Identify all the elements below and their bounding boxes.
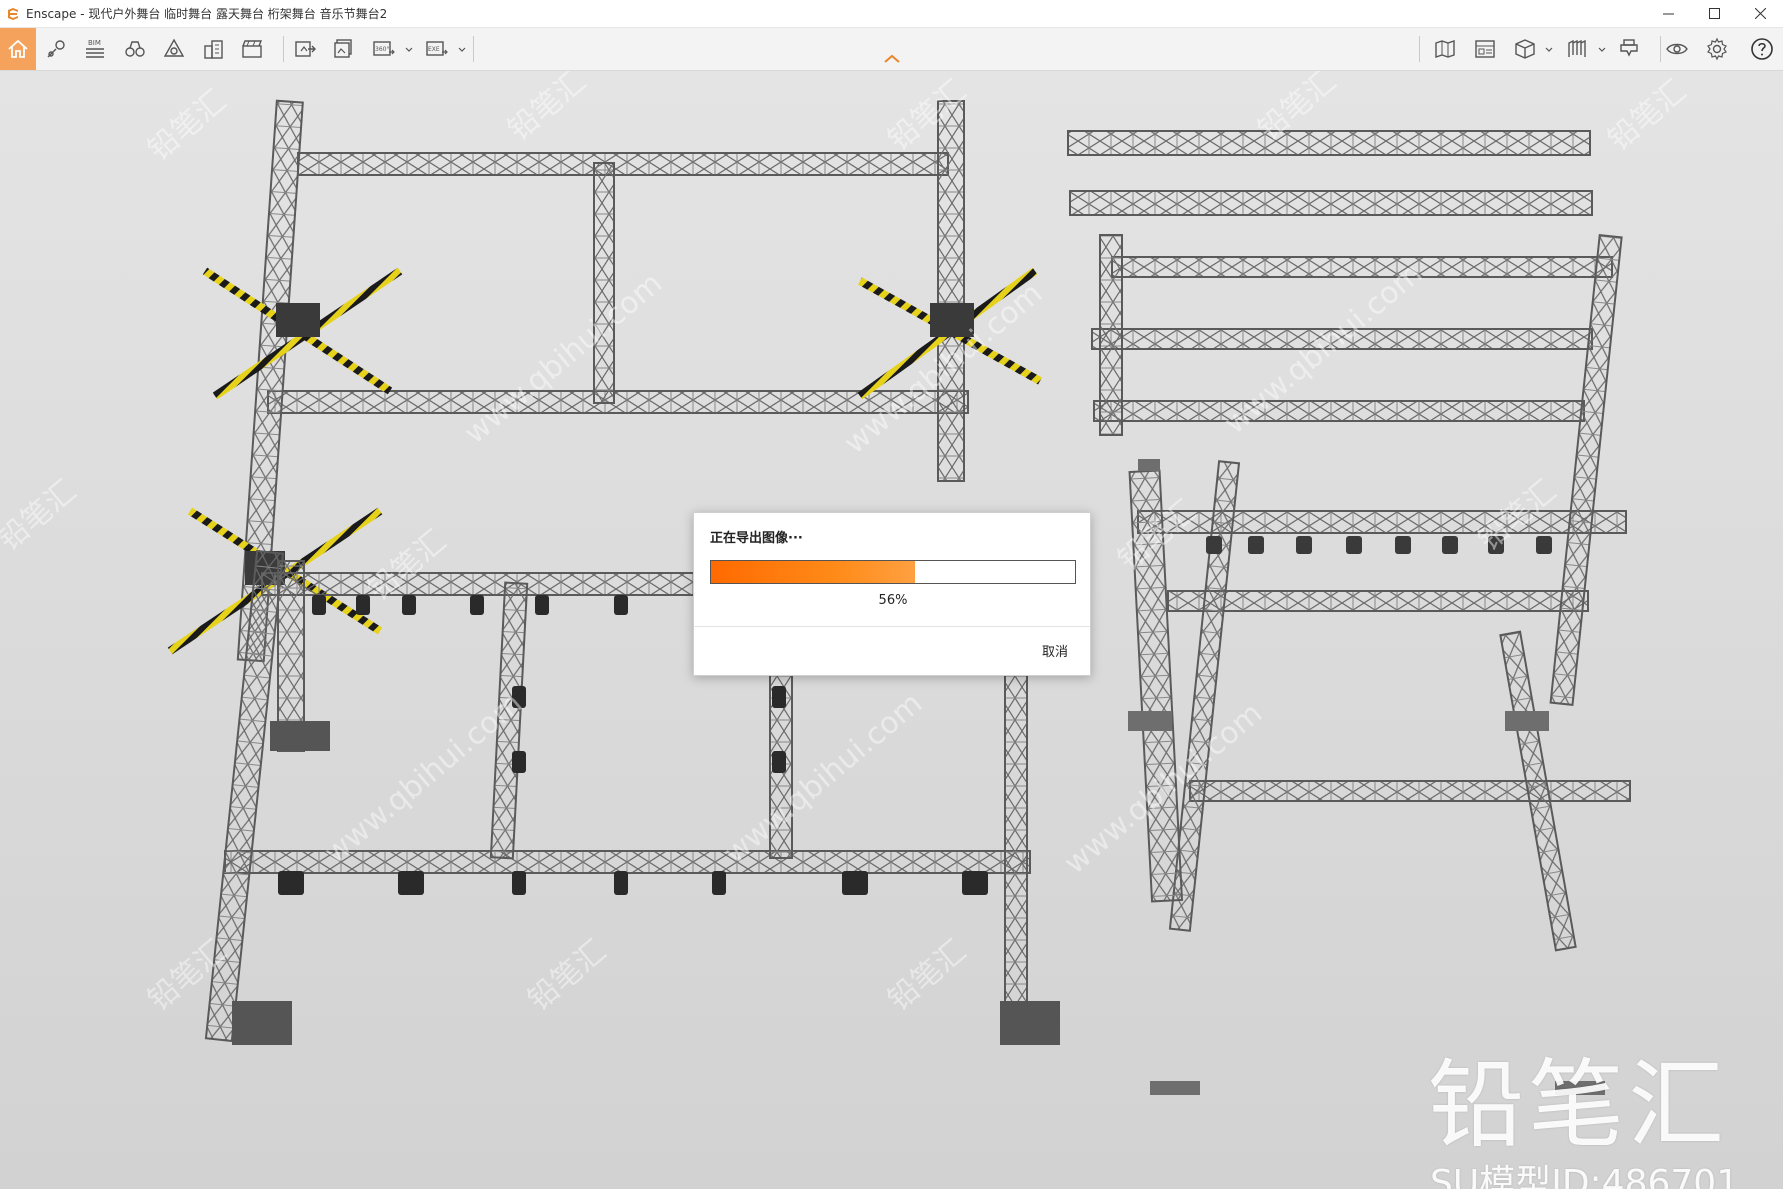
buildings-icon [204, 40, 223, 59]
window-title: Enscape - 现代户外舞台 临时舞台 露天舞台 桁架舞台 音乐节舞台2 [26, 7, 388, 21]
progress-fill [711, 561, 915, 583]
video-editor-button[interactable] [235, 32, 269, 66]
chevron-down-icon[interactable] [405, 46, 413, 54]
panorama-button[interactable]: 360° [367, 32, 401, 66]
window-controls [1645, 0, 1783, 27]
progress-bar [710, 560, 1076, 584]
home-button[interactable] [0, 28, 36, 70]
collaboration-icon [1620, 39, 1638, 57]
chevron-down-icon[interactable] [1545, 46, 1553, 54]
cancel-button[interactable]: 取消 [1042, 641, 1068, 660]
toolbar-separator [473, 36, 474, 62]
dialog-divider [694, 626, 1090, 627]
video-editor-icon [242, 40, 263, 58]
export-progress-dialog: 正在导出图像··· 56% 取消 [693, 512, 1091, 676]
binoculars-icon [125, 41, 145, 57]
exe-export-icon: EXE [426, 41, 448, 56]
maximize-icon [1708, 8, 1720, 19]
visual-settings-button[interactable] [1660, 32, 1694, 66]
toolbar: BIM 360° EXE [0, 28, 1783, 71]
truss-frame-right [1091, 234, 1631, 1095]
asset-library-button[interactable] [157, 32, 191, 66]
close-icon [1754, 8, 1766, 19]
cube-view-icon [1515, 39, 1535, 59]
toolbar-separator [1419, 36, 1420, 62]
minimize-icon [1662, 13, 1674, 15]
svg-text:EXE: EXE [428, 46, 440, 53]
truss-beams-right [1067, 130, 1593, 216]
home-icon [8, 39, 28, 58]
help-icon [1751, 38, 1773, 60]
chevron-down-icon[interactable] [1598, 46, 1606, 54]
tag-location-button[interactable] [40, 32, 74, 66]
close-button[interactable] [1737, 0, 1783, 27]
chevron-up-icon[interactable] [883, 54, 901, 64]
svg-text:360°: 360° [375, 46, 389, 53]
screenshot-export-icon [295, 41, 316, 57]
batch-export-icon [334, 39, 352, 58]
synchronize-button[interactable] [1560, 32, 1594, 66]
asset-library-icon [163, 38, 185, 57]
toolbar-separator [283, 36, 284, 62]
maximize-button[interactable] [1691, 0, 1737, 27]
map-icon [1435, 40, 1455, 58]
material-editor-icon [1475, 40, 1495, 58]
bim-icon: BIM [86, 39, 104, 58]
cube-view-button[interactable] [1508, 32, 1542, 66]
walk-mode-button[interactable] [118, 32, 152, 66]
settings-button[interactable] [1700, 32, 1734, 66]
exe-export-button[interactable]: EXE [420, 32, 454, 66]
visual-settings-icon [1666, 43, 1688, 55]
brand-watermark: 铅笔汇 [1428, 1049, 1728, 1161]
svg-text:BIM: BIM [88, 39, 101, 47]
buildings-button[interactable] [197, 32, 231, 66]
chevron-down-icon[interactable] [458, 46, 466, 54]
bim-button[interactable]: BIM [78, 32, 112, 66]
map-button[interactable] [1428, 32, 1462, 66]
panorama-360-icon: 360° [373, 41, 395, 56]
collaboration-button[interactable] [1612, 32, 1646, 66]
material-editor-button[interactable] [1468, 32, 1502, 66]
progress-percentage: 56% [878, 593, 908, 608]
minimize-button[interactable] [1645, 0, 1691, 27]
help-button[interactable] [1745, 32, 1779, 66]
title-bar: Enscape - 现代户外舞台 临时舞台 露天舞台 桁架舞台 音乐节舞台2 [0, 0, 1783, 28]
synchronize-icon [1568, 39, 1586, 57]
model-id-watermark: SU模型ID:486701 [1430, 1163, 1740, 1189]
dialog-title: 正在导出图像··· [710, 531, 803, 546]
batch-export-button[interactable] [327, 32, 361, 66]
screenshot-button[interactable] [288, 32, 322, 66]
settings-icon [1707, 37, 1727, 61]
enscape-logo-icon [8, 7, 18, 20]
tag-location-icon [47, 40, 65, 58]
